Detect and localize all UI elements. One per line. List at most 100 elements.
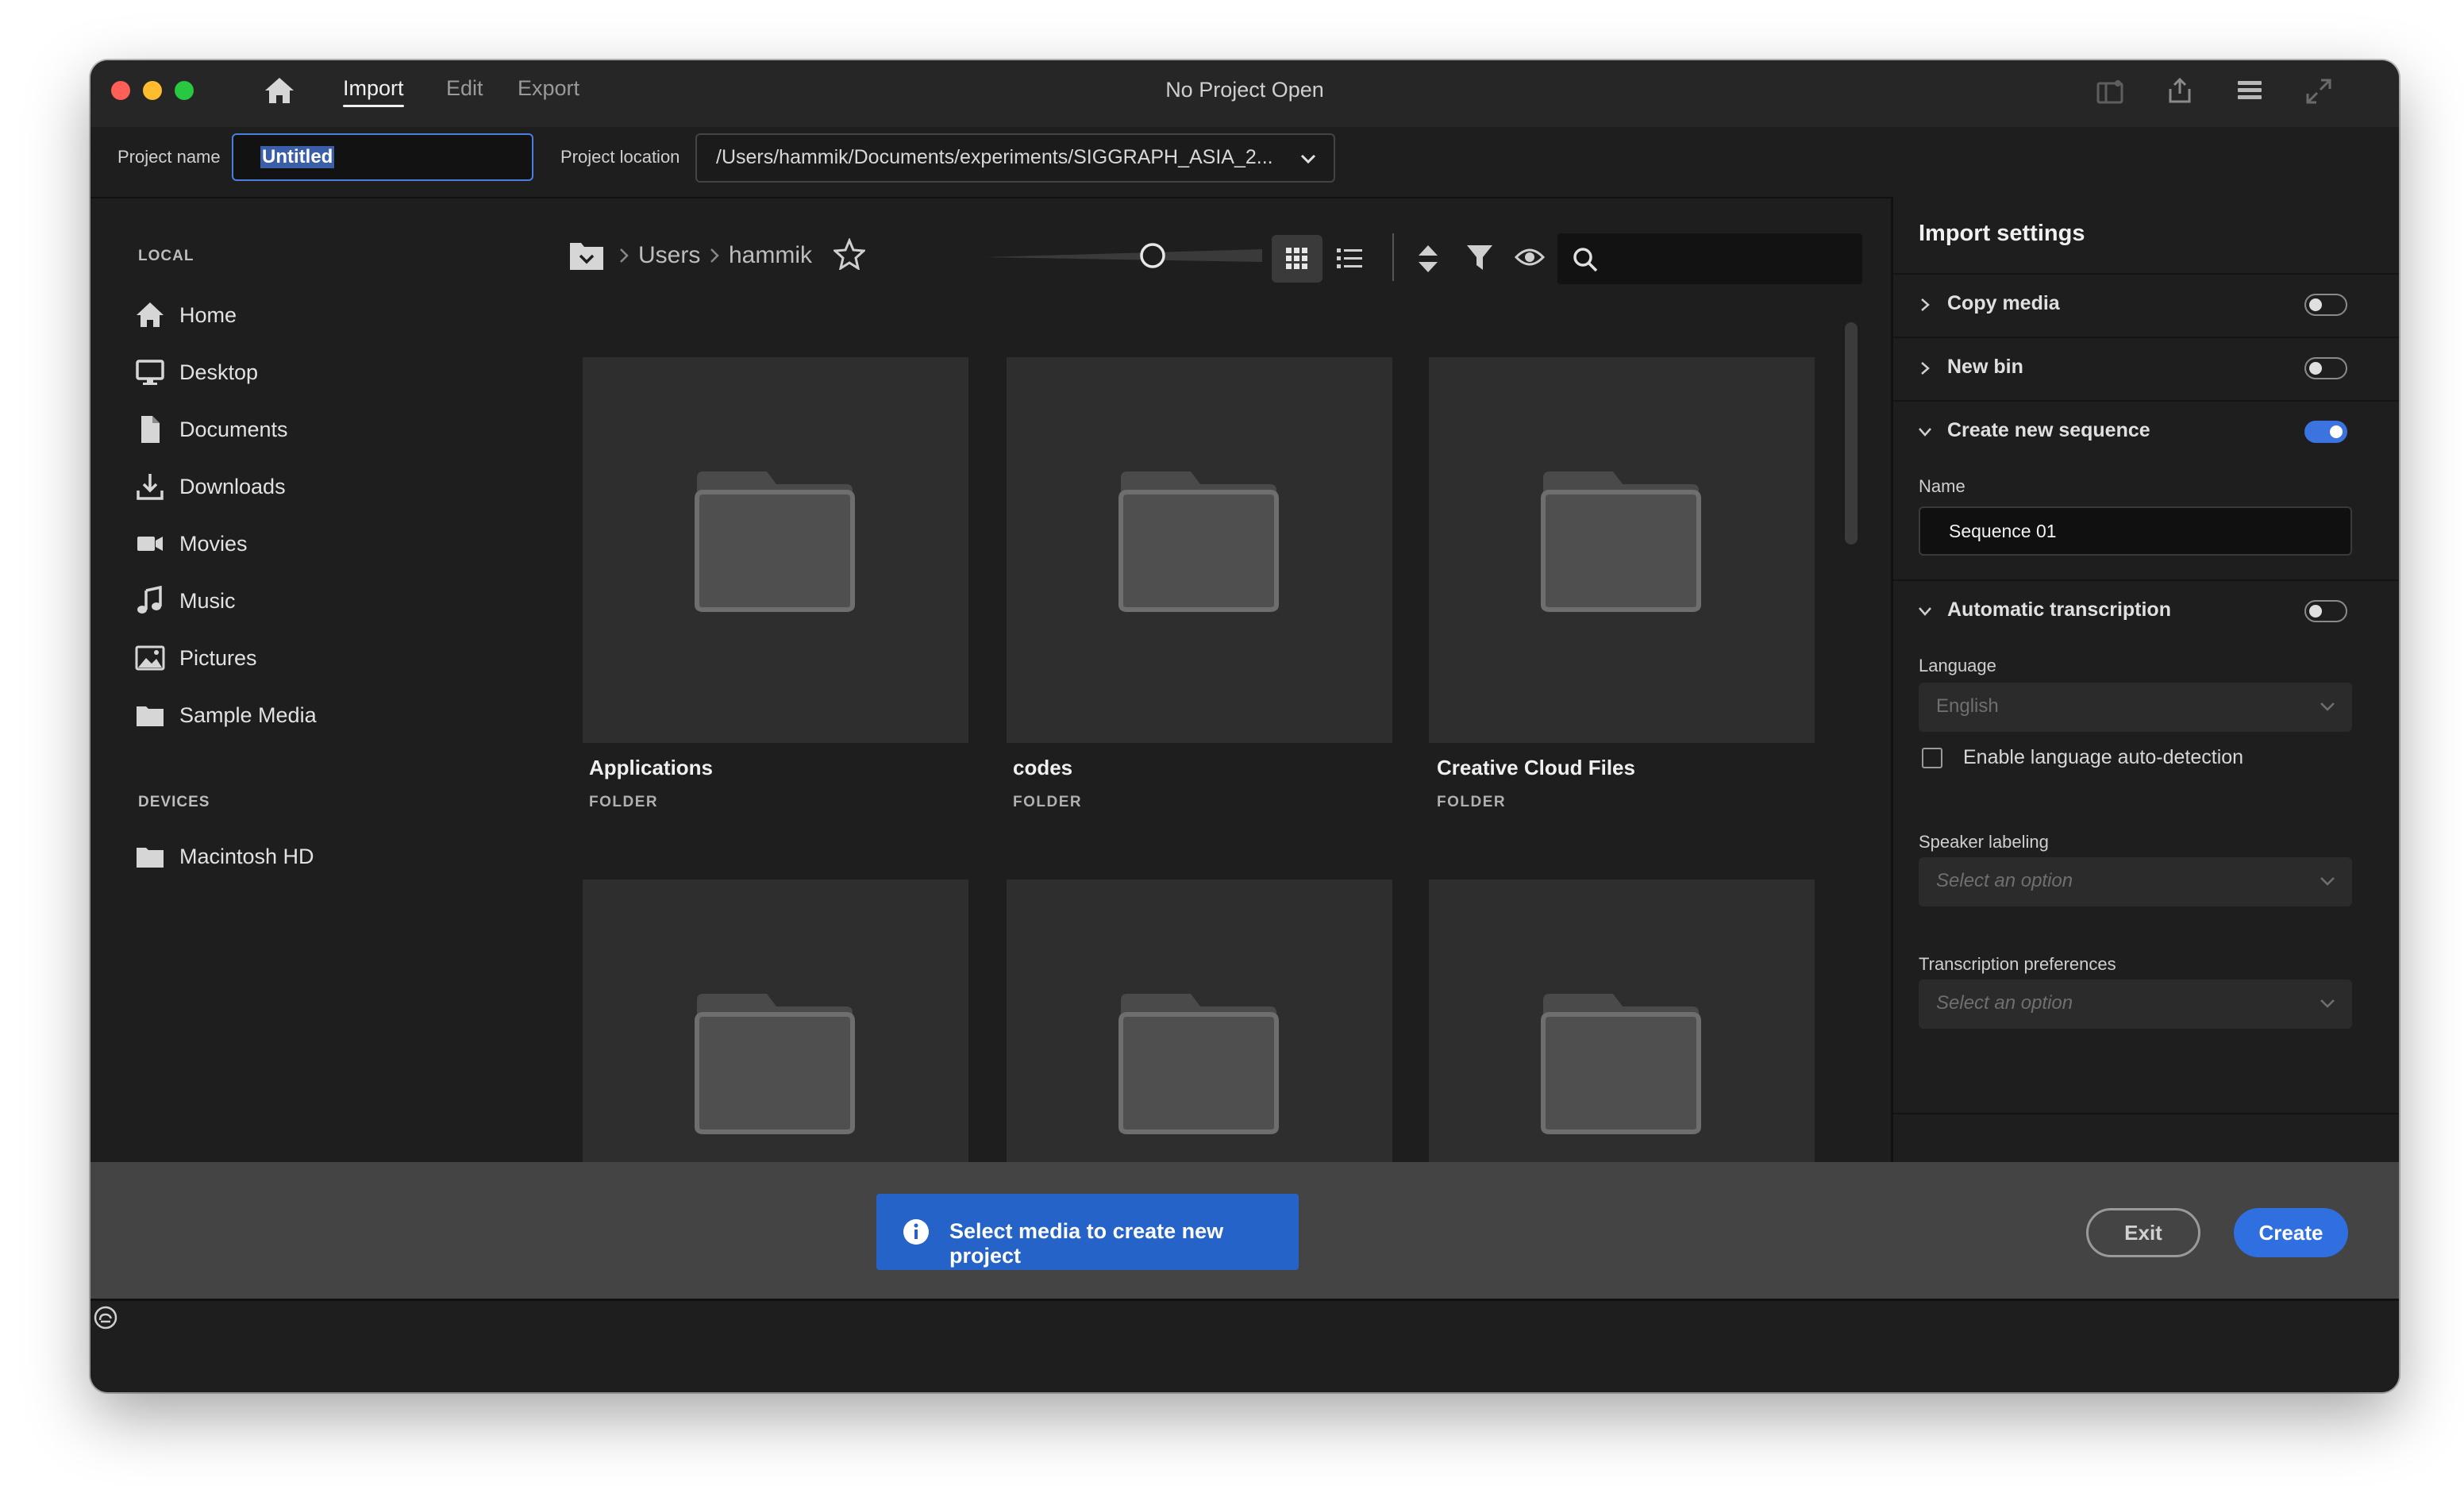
- chevron-right-icon[interactable]: [1917, 297, 1933, 313]
- speaker-labeling-dropdown[interactable]: Select an option: [1919, 857, 2352, 906]
- breadcrumb-separator-icon: [710, 248, 719, 263]
- project-location-dropdown[interactable]: /Users/hammik/Documents/experiments/SIGG…: [695, 133, 1335, 183]
- menu-lines-icon[interactable]: [2235, 76, 2264, 105]
- transcription-toggle[interactable]: [2304, 600, 2347, 622]
- zoom-window-button[interactable]: [175, 81, 194, 100]
- panel-layout-icon[interactable]: [2096, 78, 2124, 106]
- favorite-star-icon[interactable]: [834, 238, 865, 270]
- sidebar-item-desktop[interactable]: Desktop: [135, 351, 548, 395]
- create-sequence-toggle[interactable]: [2304, 421, 2347, 443]
- folder-tile[interactable]: [1007, 879, 1392, 1162]
- folder-tile[interactable]: [583, 879, 968, 1162]
- divider: [1893, 579, 2399, 581]
- copy-media-toggle[interactable]: [2304, 294, 2347, 316]
- browse-folder-icon[interactable]: [568, 240, 605, 271]
- create-button[interactable]: Create: [2234, 1208, 2348, 1257]
- minimize-window-button[interactable]: [143, 81, 162, 100]
- sidebar-item-downloads[interactable]: Downloads: [135, 465, 548, 510]
- sidebar-item-label: Home: [179, 303, 237, 327]
- filter-icon[interactable]: [1465, 243, 1494, 273]
- new-bin-label[interactable]: New bin: [1947, 356, 2023, 379]
- sidebar-item-documents[interactable]: Documents: [135, 408, 548, 452]
- sequence-name-input[interactable]: Sequence 01: [1919, 506, 2352, 556]
- sort-icon[interactable]: [1416, 243, 1440, 275]
- divider: [1893, 273, 2399, 275]
- sidebar-item-pictures[interactable]: Pictures: [135, 637, 548, 681]
- toolbar-divider: [1392, 233, 1394, 281]
- transcription-preferences-placeholder: Select an option: [1936, 992, 2073, 1014]
- folder-icon: [137, 848, 164, 868]
- create-sequence-label[interactable]: Create new sequence: [1947, 419, 2150, 442]
- chevron-right-icon[interactable]: [1917, 360, 1933, 376]
- sidebar-item-label: Pictures: [179, 646, 257, 670]
- copy-media-label[interactable]: Copy media: [1947, 292, 2060, 315]
- divider: [1893, 337, 2399, 338]
- breadcrumb-users[interactable]: Users: [638, 242, 700, 269]
- search-input[interactable]: [1557, 233, 1862, 284]
- folder-type: FOLDER: [589, 794, 659, 810]
- tab-import[interactable]: Import: [343, 76, 404, 107]
- document-icon: [141, 416, 160, 443]
- tab-export[interactable]: Export: [518, 76, 579, 101]
- folder-icon: [695, 994, 855, 1134]
- folder-tile-applications[interactable]: [583, 357, 968, 743]
- auto-detect-label[interactable]: Enable language auto-detection: [1963, 746, 2243, 769]
- thumbnail-size-slider[interactable]: [984, 241, 1262, 270]
- auto-detect-checkbox[interactable]: [1922, 748, 1942, 768]
- folder-name[interactable]: Creative Cloud Files: [1437, 756, 1635, 780]
- browser-scrollbar[interactable]: [1845, 322, 1858, 545]
- folder-icon: [137, 706, 164, 726]
- breadcrumb-hammik[interactable]: hammik: [729, 242, 812, 269]
- exit-button[interactable]: Exit: [2086, 1208, 2200, 1257]
- tab-edit[interactable]: Edit: [446, 76, 483, 101]
- sidebar-item-label: Music: [179, 589, 236, 613]
- project-name-input[interactable]: Untitled: [232, 133, 533, 181]
- folder-tile-codes[interactable]: [1007, 357, 1392, 743]
- import-settings-title: Import settings: [1919, 221, 2085, 246]
- new-bin-toggle[interactable]: [2304, 357, 2347, 379]
- eye-icon[interactable]: [1515, 244, 1545, 270]
- select-media-notice: Select media to create new project: [876, 1194, 1299, 1270]
- sidebar-item-sample-media[interactable]: Sample Media: [135, 694, 548, 738]
- folder-tile-creative-cloud-files[interactable]: [1429, 357, 1815, 743]
- sequence-name-label: Name: [1919, 476, 1965, 496]
- download-icon: [137, 474, 164, 500]
- breadcrumb-separator-icon: [620, 248, 629, 263]
- home-icon[interactable]: [264, 76, 295, 105]
- transcription-preferences-dropdown[interactable]: Select an option: [1919, 979, 2352, 1029]
- sidebar-item-macintosh-hd[interactable]: Macintosh HD: [135, 835, 548, 879]
- creative-cloud-icon[interactable]: [94, 1306, 117, 1330]
- folder-tile[interactable]: [1429, 879, 1815, 1162]
- chevron-down-icon[interactable]: [1917, 603, 1933, 619]
- divider: [1893, 1113, 2399, 1114]
- project-row: Project name Untitled Project location /…: [90, 127, 2399, 198]
- sidebar-item-music[interactable]: Music: [135, 579, 548, 624]
- chevron-down-icon: [2320, 702, 2335, 711]
- folder-icon: [695, 471, 855, 612]
- import-settings-panel: Import settings Copy media New bin Creat…: [1891, 197, 2399, 1276]
- sequence-name-value: Sequence 01: [1949, 521, 2057, 541]
- share-icon[interactable]: [2166, 76, 2194, 105]
- notice-text: Select media to create new project: [949, 1219, 1224, 1268]
- language-dropdown[interactable]: English: [1919, 683, 2352, 732]
- folder-icon: [1541, 471, 1701, 612]
- grid-view-button[interactable]: [1272, 235, 1322, 283]
- transcription-label[interactable]: Automatic transcription: [1947, 598, 2171, 622]
- video-camera-icon: [137, 537, 163, 551]
- close-window-button[interactable]: [111, 81, 130, 100]
- sidebar-item-movies[interactable]: Movies: [135, 522, 548, 567]
- local-heading: LOCAL: [138, 248, 194, 264]
- desktop-icon: [136, 360, 164, 385]
- sidebar-item-label: Desktop: [179, 360, 259, 384]
- folder-name[interactable]: Applications: [589, 756, 713, 780]
- search-icon: [1573, 248, 1598, 272]
- sidebar-item-home[interactable]: Home: [135, 294, 548, 338]
- fullscreen-icon[interactable]: [2305, 78, 2332, 105]
- project-location-label: Project location: [560, 147, 680, 167]
- folder-name[interactable]: codes: [1013, 756, 1072, 780]
- home-icon: [137, 302, 164, 327]
- language-label: Language: [1919, 656, 1996, 675]
- app-window: Import Edit Export No Project Open Proje…: [90, 60, 2399, 1392]
- list-view-icon[interactable]: [1335, 246, 1364, 271]
- chevron-down-icon[interactable]: [1917, 424, 1933, 440]
